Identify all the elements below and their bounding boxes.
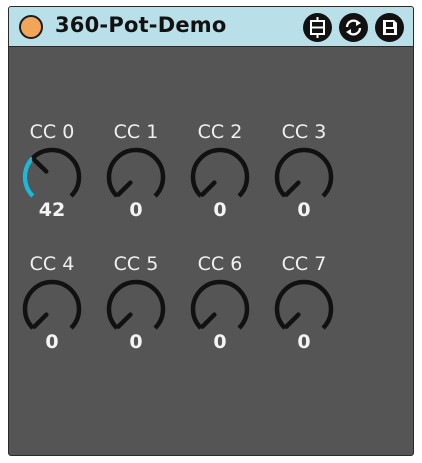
knob-cc-1[interactable]: CC 1 0	[94, 121, 178, 251]
knob-needle	[116, 180, 133, 197]
knob-needle	[31, 157, 49, 174]
knob-track	[274, 147, 334, 198]
knob-needle	[284, 180, 301, 197]
knob-cc-3[interactable]: CC 3 0	[262, 121, 346, 251]
knob-value: 0	[213, 199, 227, 221]
device-window: 360-Pot-Demo CC 0 42 CC 1 0 CC 2 0 CC 3 …	[8, 6, 414, 456]
knob-track	[106, 147, 166, 198]
knob-label: CC 2	[197, 121, 243, 143]
knob-value: 0	[45, 331, 59, 353]
knob-cc-7[interactable]: CC 7 0	[262, 253, 346, 383]
knob-needle	[200, 312, 217, 329]
knob-value: 42	[38, 199, 66, 221]
knob-cc-2[interactable]: CC 2 0	[178, 121, 262, 251]
knob-label: CC 6	[197, 253, 243, 275]
knob-track	[274, 279, 334, 330]
knob-label: CC 7	[281, 253, 327, 275]
knob-grid: CC 0 42 CC 1 0 CC 2 0 CC 3 0 CC 4 0 CC 5 0 CC 6 0 CC 7…	[9, 7, 413, 455]
knob-value: 0	[297, 199, 311, 221]
knob-value: 0	[297, 331, 311, 353]
knob-value: 0	[129, 199, 143, 221]
knob-track	[106, 279, 166, 330]
knob-label: CC 3	[281, 121, 327, 143]
knob-value-arc	[22, 156, 35, 198]
knob-needle	[32, 312, 49, 329]
knob-cc-6[interactable]: CC 6 0	[178, 253, 262, 383]
knob-track	[190, 147, 250, 198]
knob-value: 0	[213, 331, 227, 353]
knob-cc-4[interactable]: CC 4 0	[10, 253, 94, 383]
knob-track	[22, 147, 82, 198]
knob-track	[190, 279, 250, 330]
knob-label: CC 0	[29, 121, 75, 143]
knob-label: CC 4	[29, 253, 75, 275]
knob-track	[22, 279, 82, 330]
knob-cc-0[interactable]: CC 0 42	[10, 121, 94, 251]
knob-label: CC 1	[113, 121, 159, 143]
knob-needle	[284, 312, 301, 329]
knob-needle	[200, 180, 217, 197]
knob-cc-5[interactable]: CC 5 0	[94, 253, 178, 383]
knob-needle	[116, 312, 133, 329]
knob-label: CC 5	[113, 253, 159, 275]
knob-value: 0	[129, 331, 143, 353]
